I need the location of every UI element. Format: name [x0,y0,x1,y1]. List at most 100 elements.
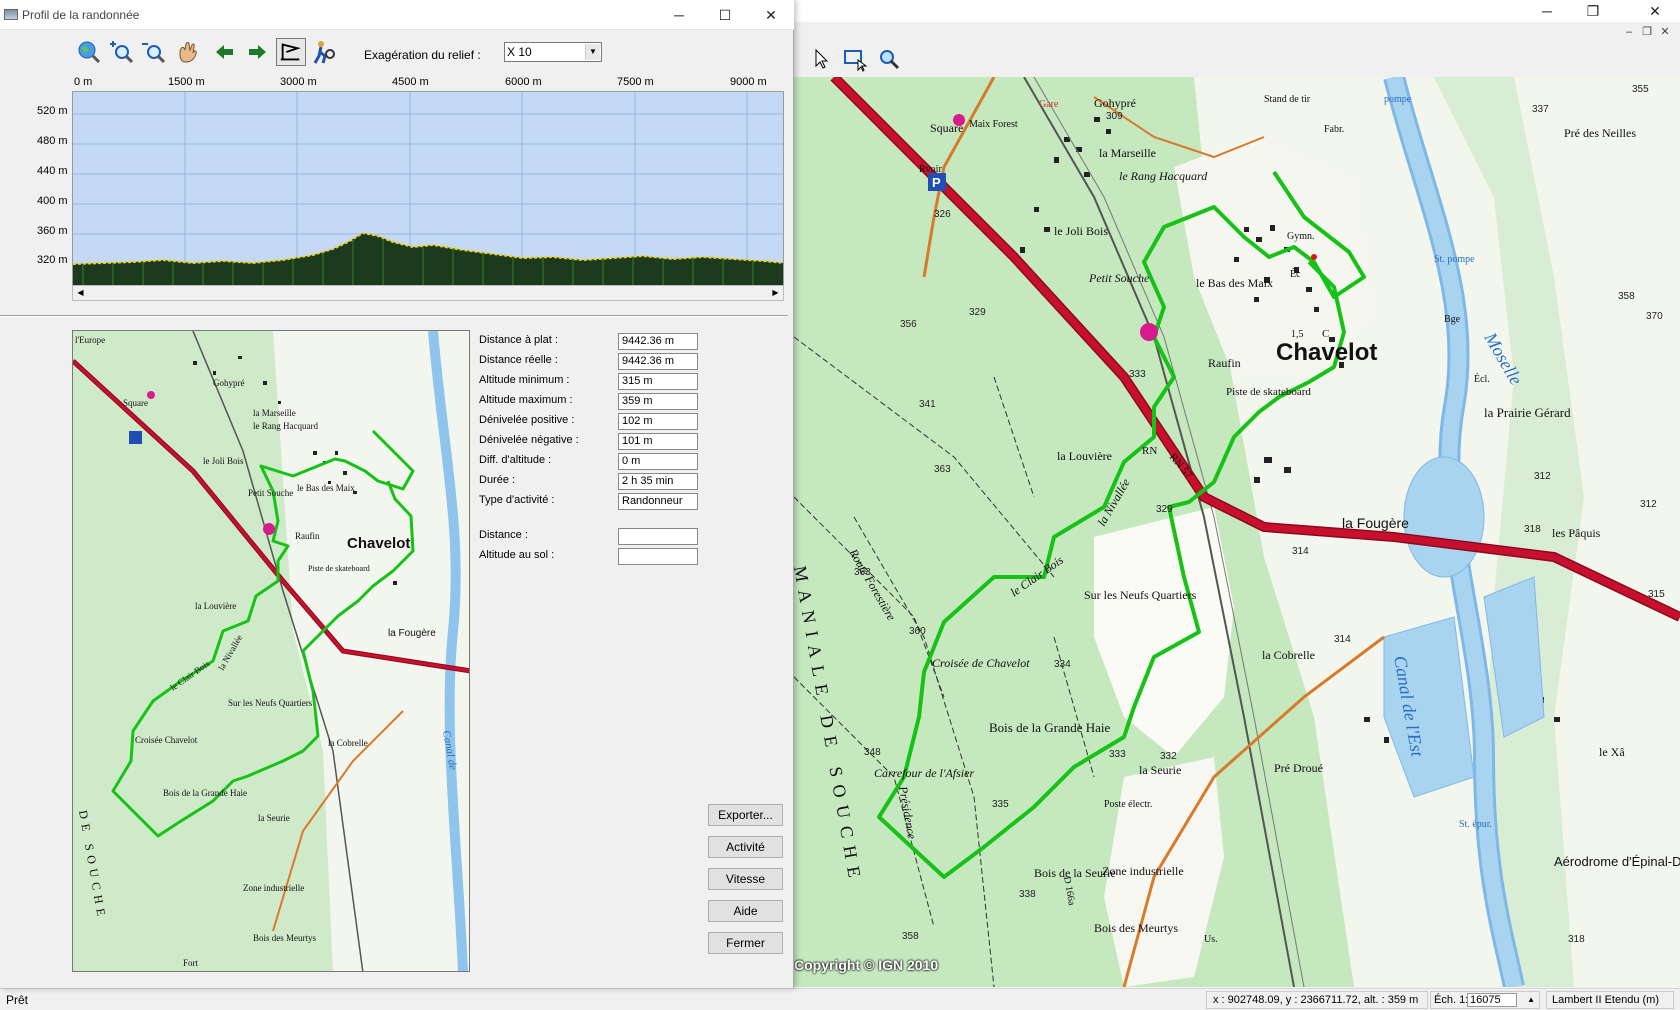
scroll-right-icon[interactable]: ▶ [768,286,783,300]
main-restore-button[interactable]: ❐ [1570,0,1616,22]
svg-text:318: 318 [1568,934,1585,945]
svg-text:333: 333 [1129,369,1146,380]
elevation-profile-chart[interactable] [72,91,784,286]
mini-label-seurie: la Seurie [258,813,290,823]
profile-scrollbar[interactable]: ◀ ▶ [72,285,784,301]
label-stand: Stand de tir [1264,94,1311,105]
svg-text:329: 329 [1156,504,1173,515]
profile-mode-icon[interactable] [276,38,306,66]
mini-label-croisee: Croisée Chavelot [135,735,198,745]
mini-landmark-icon [147,391,155,399]
label-carrefour: Carrefour de l'Afsier [874,766,974,780]
chevron-down-icon[interactable]: ▼ [585,44,600,60]
x-tick: 9000 m [730,76,767,88]
dialog-maximize-button[interactable]: ☐ [702,4,748,26]
svg-text:348: 348 [864,747,881,758]
arrow-right-icon[interactable] [242,38,272,66]
status-coordinates: x : 902748.09, y : 2366711.72, alt. : 35… [1206,991,1428,1009]
magnifier-icon[interactable] [876,46,902,72]
mini-map-canvas[interactable]: Chavelot la Fougère la Marseille Gohypré… [73,331,470,972]
label-prairie: la Prairie Gérard [1484,405,1571,420]
label-ecl: Écl. [1474,373,1490,385]
mini-label-petit-souche: Petit Souche [248,488,293,498]
separator [0,315,788,317]
speed-button[interactable]: Vitesse [708,868,783,890]
mini-label-skate: Piste de skateboard [308,564,370,573]
svg-text:332: 332 [1160,751,1177,762]
label-bois-seurie: Bois de la Seurie [1034,866,1116,880]
svg-text:370: 370 [1646,311,1663,322]
dialog-close-button[interactable]: ✕ [748,4,794,26]
label-cobrelle: la Cobrelle [1262,648,1315,662]
pointer-icon[interactable] [808,46,834,72]
hiker-search-icon[interactable] [310,38,340,66]
export-button[interactable]: Exporter... [708,804,783,826]
scale-input[interactable]: 16075 [1467,993,1517,1007]
mini-map[interactable]: Chavelot la Fougère la Marseille Gohypré… [72,330,470,972]
label-st-epur: St. épur. [1459,819,1492,830]
y-tick: 400 m [37,195,68,207]
exaggeration-select[interactable]: X 10 ▼ [504,42,602,62]
profile-dialog: Profil de la randonnée ─ ☐ ✕ Exagération… [0,0,794,988]
svg-text:P: P [932,175,941,190]
elevation-profile-svg[interactable] [73,92,784,286]
close-button[interactable]: Fermer [708,932,783,954]
svg-text:356: 356 [900,319,917,330]
label-grande-haie: Bois de la Grande Haie [989,720,1111,735]
stat-value-duration: 2 h 35 min [618,473,698,490]
svg-text:334: 334 [1054,659,1071,670]
activity-button[interactable]: Activité [708,836,783,858]
label-meurtys: Bois des Meurtys [1094,921,1178,935]
svg-text:358: 358 [1618,291,1635,302]
mini-label-marseille: la Marseille [253,408,296,418]
svg-text:363: 363 [934,464,951,475]
label-raufin: Raufin [1208,356,1241,370]
label-c: C [1322,328,1329,340]
x-tick: 6000 m [505,76,542,88]
mdi-minimize-button[interactable]: – [1620,26,1638,38]
mini-label-zone: Zone industrielle [243,883,304,893]
label-marseille: la Marseille [1099,146,1156,160]
label-ec: Éc [1290,268,1301,280]
label-st-pompe: St. pompe [1434,254,1475,265]
stat-label-diff: Diff. d'altitude : [479,454,552,466]
mini-label-grande-haie: Bois de la Grande Haie [163,788,247,798]
svg-text:341: 341 [919,399,936,410]
dialog-minimize-button[interactable]: ─ [656,4,702,26]
status-ready: Prêt [6,993,29,1007]
zoom-globe-icon[interactable] [74,38,104,66]
main-minimize-button[interactable]: ─ [1524,0,1570,22]
zoom-in-icon[interactable] [108,38,138,66]
label-petit-souche: Petit Souche [1088,271,1150,285]
swimming-icon [1140,323,1158,341]
topo-map[interactable]: P Chavelot Gohypré Gare Square Maix Fore… [794,77,1680,987]
stat-label-alt-min: Altitude minimum : [479,374,570,386]
label-pre-neilles: Pré des Neilles [1564,126,1636,140]
mini-label-bas-maix: le Bas des Maix [297,483,355,493]
stat-value-loss: 101 m [618,433,698,450]
svg-text:333: 333 [1109,749,1126,760]
y-tick: 440 m [37,165,68,177]
hand-pan-icon[interactable] [174,38,204,66]
status-projection[interactable]: Lambert II Etendu (m) [1546,991,1674,1009]
mini-parking-icon [129,431,142,444]
mdi-restore-button[interactable]: ❐ [1638,25,1656,38]
zoom-out-icon[interactable] [140,38,170,66]
arrow-left-icon[interactable] [210,38,240,66]
main-close-button[interactable]: ✕ [1632,0,1678,22]
scroll-left-icon[interactable]: ◀ [73,286,88,300]
label-xa: le Xâ [1599,745,1625,759]
select-rect-icon[interactable] [842,46,868,72]
mini-label-fort: Fort [183,958,199,968]
label-skate: Piste de skateboard [1226,386,1311,398]
topo-map-canvas[interactable]: P Chavelot Gohypré Gare Square Maix Fore… [794,77,1680,987]
stat-value-activity: Randonneur [618,493,698,510]
label-gymn: Gymn. [1287,231,1315,242]
scale-arrow-icon[interactable]: ▲ [1527,992,1535,1008]
mdi-close-button[interactable]: ✕ [1656,25,1674,38]
help-button[interactable]: Aide [708,900,783,922]
label-bge: Bge [1444,314,1461,325]
svg-text:335: 335 [992,799,1009,810]
mini-label-raufin: Raufin [295,531,320,541]
y-tick: 520 m [37,105,68,117]
